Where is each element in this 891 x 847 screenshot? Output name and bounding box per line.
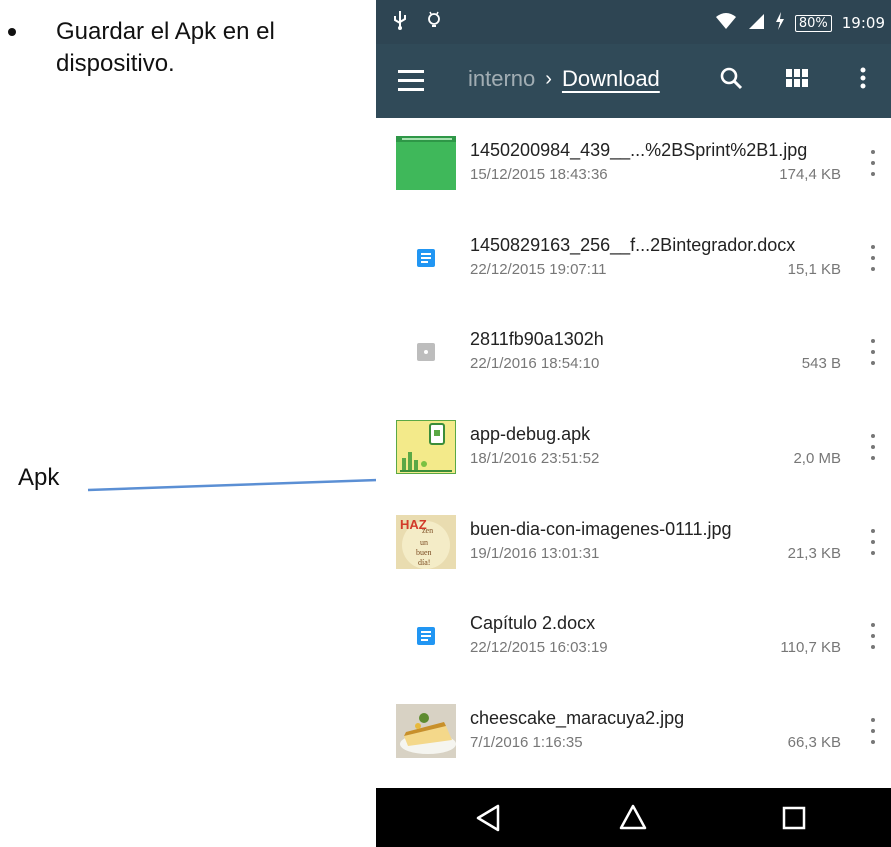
file-name: Capítulo 2.docx bbox=[470, 613, 596, 634]
item-menu-icon[interactable] bbox=[869, 244, 877, 271]
file-size: 543 B bbox=[801, 355, 841, 373]
breadcrumb-item-download[interactable]: Download bbox=[562, 66, 660, 92]
file-name: 2811fb90a1302h bbox=[470, 329, 604, 350]
thumb-text-5: día! bbox=[418, 558, 430, 567]
file-name: cheescake_maracuya2.jpg bbox=[470, 708, 685, 729]
status-bar: 80% 19:09 bbox=[376, 0, 891, 44]
file-size: 66,3 KB bbox=[787, 734, 841, 752]
generic-file-icon bbox=[396, 325, 456, 379]
list-item[interactable]: Capítulo 2.docx 22/12/2015 16:03:19 110,… bbox=[376, 591, 891, 686]
breadcrumb: interno › Download bbox=[468, 66, 660, 92]
navigation-bar bbox=[376, 788, 891, 847]
app-toolbar: interno › Download bbox=[376, 44, 891, 118]
file-date: 18/1/2016 23:51:52 bbox=[470, 450, 600, 468]
status-left-icons bbox=[392, 10, 442, 36]
thumb-text-2: zen bbox=[422, 526, 433, 535]
apk-thumbnail bbox=[395, 419, 457, 476]
status-right-icons: 80% 19:09 bbox=[715, 12, 885, 34]
breadcrumb-item-interno[interactable]: interno bbox=[468, 66, 535, 92]
list-item[interactable]: 1450200984_439__...%2BSprint%2B1.jpg 15/… bbox=[376, 118, 891, 213]
file-date: 22/12/2015 19:07:11 bbox=[470, 260, 607, 278]
clock: 19:09 bbox=[841, 14, 885, 32]
item-menu-icon[interactable] bbox=[869, 623, 877, 650]
document-icon bbox=[396, 231, 456, 285]
file-date: 22/1/2016 18:54:10 bbox=[470, 355, 600, 373]
annotation-arrow-icon bbox=[87, 474, 390, 492]
file-size: 15,1 KB bbox=[787, 260, 841, 278]
lightbulb-icon bbox=[426, 10, 442, 36]
file-size: 2,0 MB bbox=[793, 450, 841, 468]
item-menu-icon[interactable] bbox=[869, 528, 877, 555]
file-name: 1450200984_439__...%2BSprint%2B1.jpg bbox=[470, 140, 808, 160]
toolbar-actions bbox=[719, 64, 875, 92]
search-icon[interactable] bbox=[719, 64, 743, 92]
phone-screen: 80% 19:09 interno › Download 1450200984_… bbox=[376, 0, 891, 847]
file-list: 1450200984_439__...%2BSprint%2B1.jpg 15/… bbox=[376, 118, 891, 781]
menu-icon[interactable] bbox=[398, 70, 424, 91]
back-icon[interactable] bbox=[472, 802, 504, 834]
list-item[interactable]: 1450829163_256__f...2Bintegrador.docx 22… bbox=[376, 213, 891, 308]
file-date: 7/1/2016 1:16:35 bbox=[470, 734, 583, 752]
usb-icon bbox=[392, 10, 408, 36]
file-name: 1450829163_256__f...2Bintegrador.docx bbox=[470, 234, 796, 255]
overflow-menu-icon[interactable] bbox=[851, 64, 875, 92]
image-thumbnail bbox=[396, 704, 456, 759]
list-item[interactable]: app-debug.apk 18/1/2016 23:51:52 2,0 MB bbox=[376, 402, 891, 497]
thumb-text-4: buen bbox=[416, 548, 432, 557]
home-icon[interactable] bbox=[617, 802, 649, 834]
item-menu-icon[interactable] bbox=[869, 718, 877, 745]
list-item[interactable]: 2811fb90a1302h 22/1/2016 18:54:10 543 B bbox=[376, 307, 891, 402]
recents-icon[interactable] bbox=[778, 802, 810, 834]
grid-view-icon[interactable] bbox=[785, 64, 809, 92]
file-date: 15/12/2015 18:43:36 bbox=[470, 166, 608, 183]
green-image-thumbnail bbox=[396, 136, 456, 190]
item-menu-icon[interactable] bbox=[869, 339, 877, 366]
file-name: buen-dia-con-imagenes-0111.jpg bbox=[470, 518, 732, 539]
file-size: 21,3 KB bbox=[787, 544, 841, 562]
file-size: 110,7 KB bbox=[780, 639, 841, 657]
wifi-icon bbox=[715, 12, 737, 34]
file-name: app-debug.apk bbox=[470, 424, 591, 445]
document-icon bbox=[396, 609, 456, 663]
image-thumbnail: HAZ zen un buen día! bbox=[396, 514, 456, 569]
file-size: 174,4 KB bbox=[779, 166, 841, 183]
breadcrumb-separator: › bbox=[545, 67, 552, 90]
charging-icon bbox=[775, 12, 785, 34]
list-item[interactable]: cheescake_maracuya2.jpg 7/1/2016 1:16:35… bbox=[376, 686, 891, 781]
item-menu-icon[interactable] bbox=[869, 150, 877, 176]
list-item[interactable]: HAZ zen un buen día! buen-dia-con-imagen… bbox=[376, 497, 891, 592]
file-date: 22/12/2015 16:03:19 bbox=[470, 639, 608, 657]
document-area: Guardar el Apk en el dispositivo. Apk bbox=[0, 0, 390, 847]
signal-icon bbox=[747, 12, 765, 34]
item-menu-icon[interactable] bbox=[869, 434, 877, 461]
battery-level: 80% bbox=[794, 14, 832, 32]
thumb-text-3: un bbox=[420, 538, 428, 547]
file-date: 19/1/2016 13:01:31 bbox=[470, 544, 600, 562]
